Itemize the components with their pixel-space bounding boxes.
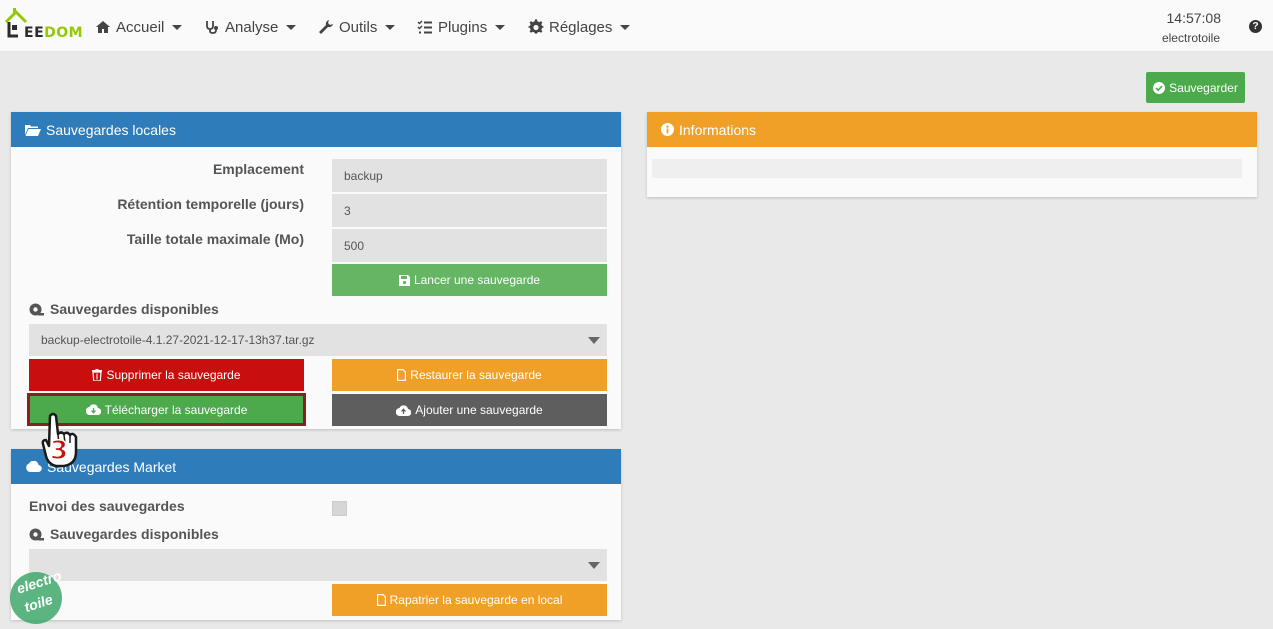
panel-title: Sauvegardes locales (46, 121, 176, 138)
menu-label: Accueil (116, 18, 165, 36)
menu-reglages[interactable]: Réglages (528, 17, 631, 37)
step-number: 3 (49, 435, 69, 467)
selected-backup: backup-electrotoile-4.1.27-2021-12-17-13… (41, 333, 315, 347)
save-button[interactable]: Sauvegarder (1146, 72, 1245, 103)
wrench-icon (319, 20, 333, 34)
logo-text: EEDOM (24, 25, 84, 41)
navbar: EEDOM Accueil Analyse Outils Plugins Rég… (0, 0, 1273, 52)
stethoscope-icon (206, 21, 218, 34)
menu-plugins[interactable]: Plugins (417, 17, 506, 37)
delete-backup-button[interactable]: Supprimer la sauvegarde (29, 359, 304, 391)
send-backups-checkbox[interactable] (332, 501, 347, 516)
cloud-upload-icon (396, 404, 412, 416)
hdd-icon (29, 528, 44, 540)
home-icon (96, 21, 110, 33)
folder-open-icon (25, 124, 41, 136)
clock: 14:57:08 (1166, 10, 1222, 26)
jeedom-logo[interactable]: EEDOM (4, 8, 83, 42)
trash-icon (92, 369, 103, 381)
gear-icon (528, 19, 544, 34)
local-backup-select[interactable]: backup-electrotoile-4.1.27-2021-12-17-13… (29, 324, 607, 356)
add-label: Ajouter une sauvegarde (415, 403, 543, 417)
add-backup-button[interactable]: Ajouter une sauvegarde (332, 394, 607, 426)
caret-down-icon (620, 24, 631, 30)
select-arrow-icon (588, 562, 600, 569)
check-circle-icon (1153, 81, 1166, 94)
restore-label: Restaurer la sauvegarde (410, 368, 542, 382)
informations-panel: Informations (647, 112, 1257, 197)
select-arrow-icon (588, 337, 600, 344)
menu-label: Outils (339, 18, 378, 36)
repatriate-backup-button[interactable]: Rapatrier la sauvegarde en local (332, 584, 607, 616)
menu-label: Plugins (438, 18, 488, 36)
launch-backup-button[interactable]: Lancer une sauvegarde (332, 264, 607, 296)
menu-accueil[interactable]: Accueil (95, 17, 183, 37)
caret-down-icon (286, 24, 297, 30)
hdd-icon (29, 303, 44, 315)
download-label: Télécharger la sauvegarde (104, 402, 248, 417)
tasks-icon (417, 20, 432, 34)
floppy-icon (398, 274, 410, 286)
location-input[interactable]: backup (332, 159, 607, 192)
info-circle-icon (661, 123, 674, 136)
help-icon[interactable]: ? (1249, 20, 1262, 33)
menu-label: Analyse (225, 18, 279, 36)
informations-header: Informations (647, 112, 1257, 147)
electrotoile-watermark: electro toile (6, 567, 66, 626)
caret-down-icon (495, 24, 506, 30)
file-icon (397, 369, 407, 381)
location-label: Emplacement (212, 161, 304, 177)
save-label: Sauvegarder (1169, 80, 1238, 95)
retention-label: Rétention temporelle (jours) (117, 196, 304, 212)
available-backups-label: Sauvegardes disponibles (29, 301, 219, 317)
max-size-label: Taille totale maximale (Mo) (126, 231, 304, 247)
panel-title: Informations (679, 121, 757, 138)
informations-content (652, 159, 1242, 178)
market-backup-select[interactable] (29, 549, 607, 581)
max-size-input[interactable]: 500 (332, 229, 607, 262)
repatriate-label: Rapatrier la sauvegarde en local (389, 593, 563, 607)
hostname: electrotoile (1161, 31, 1220, 45)
send-backups-label: Envoi des sauvegardes (29, 498, 185, 514)
delete-label: Supprimer la sauvegarde (106, 368, 241, 382)
file-icon (376, 594, 386, 606)
caret-down-icon (385, 24, 396, 30)
caret-down-icon (172, 24, 183, 30)
menu-outils[interactable]: Outils (318, 17, 396, 37)
retention-input[interactable]: 3 (332, 194, 607, 227)
local-backups-header: Sauvegardes locales (11, 112, 621, 147)
market-backups-header: Sauvegardes Market (11, 449, 621, 484)
market-available-label: Sauvegardes disponibles (29, 526, 219, 542)
launch-label: Lancer une sauvegarde (413, 273, 541, 287)
menu-analyse[interactable]: Analyse (204, 17, 297, 37)
menu-label: Réglages (549, 18, 613, 36)
restore-backup-button[interactable]: Restaurer la sauvegarde (332, 359, 607, 391)
